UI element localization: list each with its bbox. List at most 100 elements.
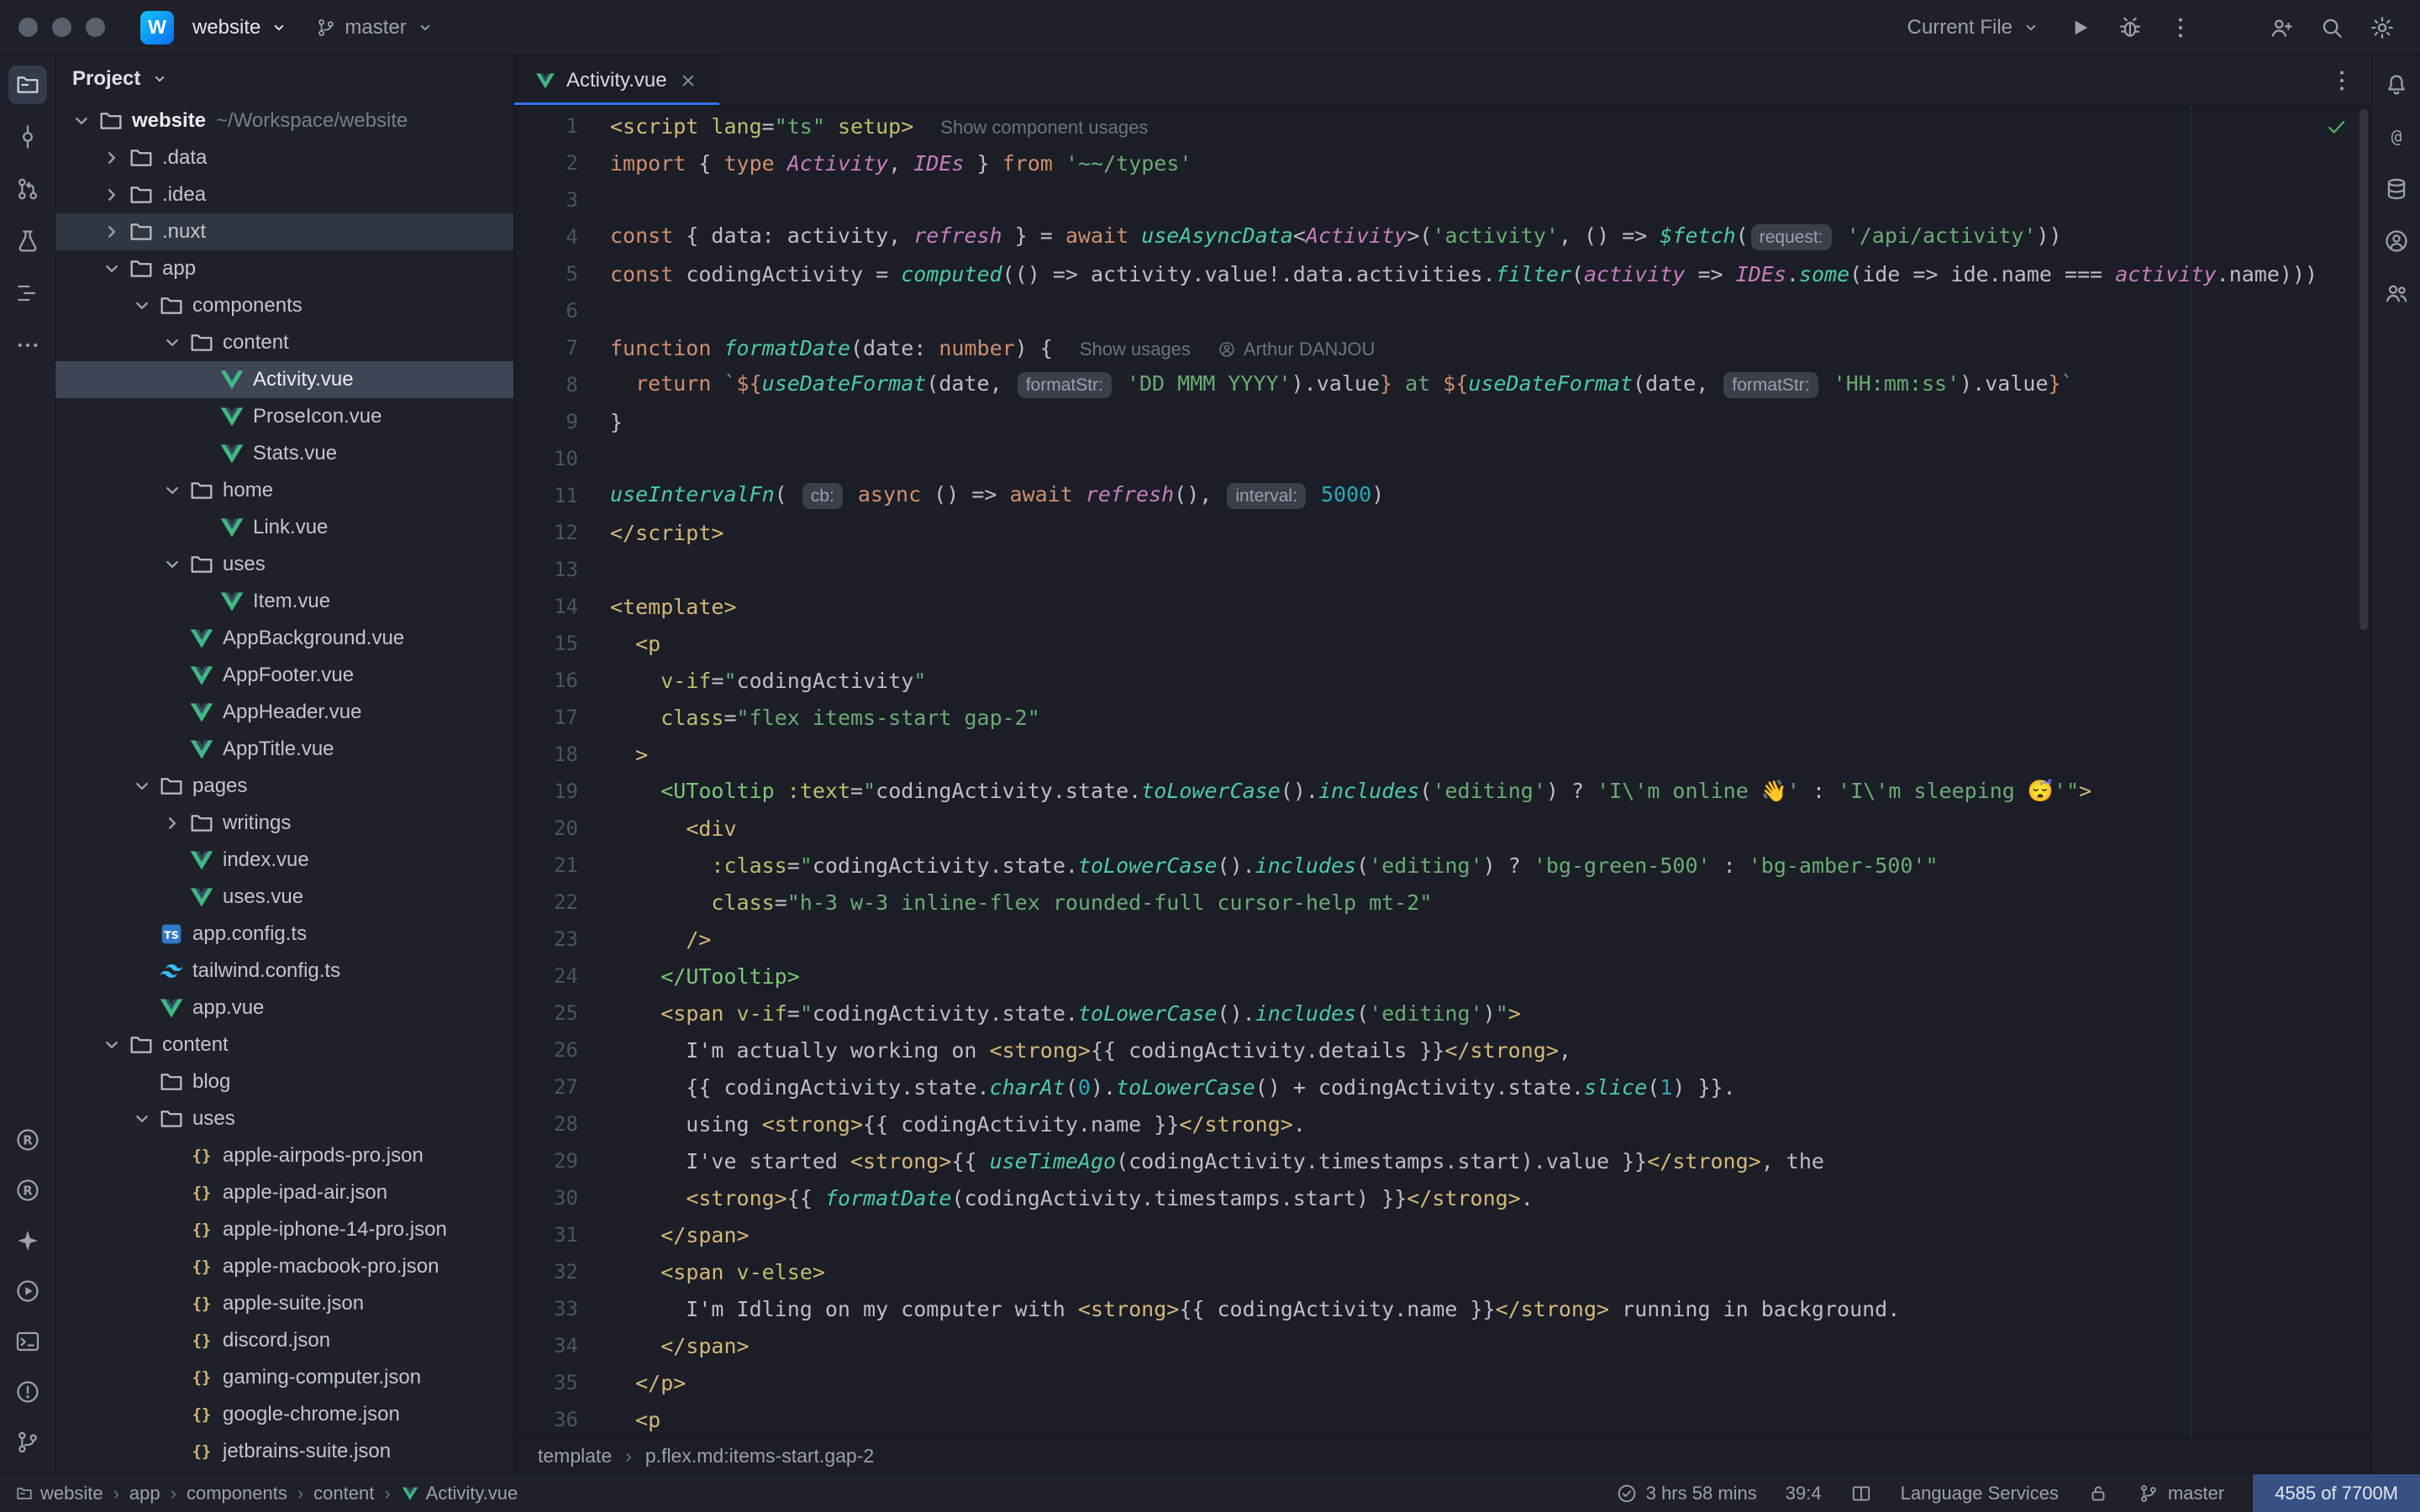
code-line[interactable]: 6 xyxy=(514,292,2371,329)
run-button[interactable] xyxy=(8,1272,47,1310)
tree-item-content[interactable]: content xyxy=(55,1026,513,1063)
tests-button[interactable] xyxy=(8,222,47,260)
code-line[interactable]: 11useIntervalFn( cb: async () => await r… xyxy=(514,477,2371,514)
status-coding-time[interactable]: 3 hrs 58 mins xyxy=(1616,1474,1757,1512)
code-vision-link[interactable]: Show component usages xyxy=(940,117,1148,138)
tree-item-appheader-vue[interactable]: AppHeader.vue xyxy=(55,694,513,731)
code-line[interactable]: 25 <span v-if="codingActivity.state.toLo… xyxy=(514,995,2371,1032)
status-language-services[interactable]: Language Services xyxy=(1901,1474,2059,1512)
breadcrumb-item[interactable]: p.flex.md:items-start.gap-2 xyxy=(645,1445,874,1467)
code-line[interactable]: 32 <span v-else> xyxy=(514,1253,2371,1290)
tree-item-stats-vue[interactable]: Stats.vue xyxy=(55,435,513,472)
code-line[interactable]: 7function formatDate(date: number) {Show… xyxy=(514,329,2371,366)
editor-scrollbar[interactable] xyxy=(2358,106,2370,1438)
search-everywhere-button[interactable] xyxy=(2312,8,2351,47)
code-line[interactable]: 13 xyxy=(514,551,2371,588)
tree-item-components[interactable]: components xyxy=(55,287,513,324)
status-breadcrumb-activity-vue[interactable]: Activity.vue xyxy=(401,1483,518,1504)
tree-item-proseicon-vue[interactable]: ProseIcon.vue xyxy=(55,398,513,435)
code-line[interactable]: 21 :class="codingActivity.state.toLowerC… xyxy=(514,847,2371,884)
code-line[interactable]: 30 <strong>{{ formatDate(codingActivity.… xyxy=(514,1179,2371,1216)
tree-item-gaming-computer-json[interactable]: {}gaming-computer.json xyxy=(55,1359,513,1396)
pull-requests-button[interactable] xyxy=(8,170,47,208)
tree-item-blog[interactable]: blog xyxy=(55,1063,513,1100)
tree-item--data[interactable]: .data xyxy=(55,139,513,176)
tree-item-writings[interactable]: writings xyxy=(55,805,513,842)
code-line[interactable]: 15 <p xyxy=(514,625,2371,662)
code-line[interactable]: 12</script> xyxy=(514,514,2371,551)
tree-item-jetbrains-suite-json[interactable]: {}jetbrains-suite.json xyxy=(55,1433,513,1470)
code-with-me-button[interactable] xyxy=(2262,8,2301,47)
code-line[interactable]: 1<script lang="ts" setup>Show component … xyxy=(514,108,2371,144)
project-button[interactable] xyxy=(8,66,47,104)
close-tab-icon[interactable] xyxy=(677,70,699,92)
database-button[interactable] xyxy=(2377,170,2416,208)
problems-button[interactable] xyxy=(8,1373,47,1411)
tree-item--idea[interactable]: .idea xyxy=(55,176,513,213)
code-line[interactable]: 8 return `${useDateFormat(date, formatSt… xyxy=(514,366,2371,403)
tree-item-uses[interactable]: uses xyxy=(55,1100,513,1137)
scrollbar-thumb[interactable] xyxy=(2360,109,2368,630)
tree-item-appfooter-vue[interactable]: AppFooter.vue xyxy=(55,657,513,694)
notifications-button[interactable] xyxy=(2377,66,2416,104)
status-breadcrumb-app[interactable]: app xyxy=(129,1483,160,1504)
run-configuration-widget[interactable]: Current File xyxy=(1901,16,2049,39)
tree-item-index-vue[interactable]: index.vue xyxy=(55,842,513,879)
status-split-view[interactable] xyxy=(1850,1474,1872,1512)
tree-item-pages[interactable]: pages xyxy=(55,768,513,805)
inlay-hint[interactable]: request: xyxy=(1751,224,1832,250)
code-line[interactable]: 2import { type Activity, IDEs } from '~~… xyxy=(514,144,2371,181)
status-breadcrumb-components[interactable]: components xyxy=(187,1483,287,1504)
more-actions-button[interactable] xyxy=(2161,8,2200,47)
tree-item-app-vue[interactable]: app.vue xyxy=(55,990,513,1026)
project-widget[interactable]: website xyxy=(186,16,297,39)
code-line[interactable]: 24 </UTooltip> xyxy=(514,958,2371,995)
tree-item-discord-json[interactable]: {}discord.json xyxy=(55,1322,513,1359)
tree-item-apple-airpods-pro-json[interactable]: {}apple-airpods-pro.json xyxy=(55,1137,513,1174)
editor-options-button[interactable] xyxy=(2323,61,2361,100)
tree-item-apple-iphone-14-pro-json[interactable]: {}apple-iphone-14-pro.json xyxy=(55,1211,513,1248)
commit-button[interactable] xyxy=(8,118,47,156)
code-line[interactable]: 16 v-if="codingActivity" xyxy=(514,662,2371,699)
r-plugin-button[interactable]: R xyxy=(8,1121,47,1159)
code-vision-link[interactable]: Show usages xyxy=(1080,339,1191,360)
code-line[interactable]: 22 class="h-3 w-3 inline-flex rounded-fu… xyxy=(514,884,2371,921)
status-breadcrumb-content[interactable]: content xyxy=(313,1483,374,1504)
code-line[interactable]: 18 > xyxy=(514,736,2371,773)
breadcrumb-item[interactable]: template xyxy=(538,1445,612,1467)
tree-item-app-config-ts[interactable]: TSapp.config.ts xyxy=(55,916,513,953)
tree-item-apptitle-vue[interactable]: AppTitle.vue xyxy=(55,731,513,768)
terminal-button[interactable] xyxy=(8,1322,47,1361)
code-line[interactable]: 17 class="flex items-start gap-2" xyxy=(514,699,2371,736)
code-line[interactable]: 4const { data: activity, refresh } = awa… xyxy=(514,218,2371,255)
code-line[interactable]: 34 </span> xyxy=(514,1327,2371,1364)
tab-activity-vue[interactable]: Activity.vue xyxy=(514,55,719,105)
structure-button[interactable] xyxy=(8,274,47,312)
collaboration-button[interactable] xyxy=(2377,274,2416,312)
inlay-hint[interactable]: cb: xyxy=(802,483,843,509)
tree-item-apple-suite-json[interactable]: {}apple-suite.json xyxy=(55,1285,513,1322)
status-caret-position[interactable]: 39:4 xyxy=(1786,1474,1822,1512)
git-branch-button[interactable] xyxy=(8,1423,47,1462)
tree-item-google-chrome-json[interactable]: {}google-chrome.json xyxy=(55,1396,513,1433)
code-line[interactable]: 3 xyxy=(514,181,2371,218)
code-vision-author[interactable]: Arthur DANJOU xyxy=(1218,339,1375,360)
tree-item-apple-macbook-pro-json[interactable]: {}apple-macbook-pro.json xyxy=(55,1248,513,1285)
tree-item-uses[interactable]: uses xyxy=(55,546,513,583)
sparkle-button[interactable] xyxy=(8,1221,47,1260)
tree-item-appbackground-vue[interactable]: AppBackground.vue xyxy=(55,620,513,657)
code-line[interactable]: 31 </span> xyxy=(514,1216,2371,1253)
code-line[interactable]: 9} xyxy=(514,403,2371,440)
inspections-ok-button[interactable] xyxy=(2324,114,2349,139)
tree-item-content[interactable]: content xyxy=(55,324,513,361)
settings-button[interactable] xyxy=(2363,8,2402,47)
tree-item-app[interactable]: app xyxy=(55,250,513,287)
status-write-access[interactable] xyxy=(2087,1474,2109,1512)
zoom-window-button[interactable] xyxy=(86,18,105,37)
code-line[interactable]: 19 <UTooltip :text="codingActivity.state… xyxy=(514,773,2371,810)
tree-item-tailwind-config-ts[interactable]: tailwind.config.ts xyxy=(55,953,513,990)
branch-widget[interactable]: master xyxy=(308,16,442,39)
run-button[interactable] xyxy=(2060,8,2099,47)
code-line[interactable]: 27 {{ codingActivity.state.charAt(0).toL… xyxy=(514,1068,2371,1105)
tree-item-item-vue[interactable]: Item.vue xyxy=(55,583,513,620)
